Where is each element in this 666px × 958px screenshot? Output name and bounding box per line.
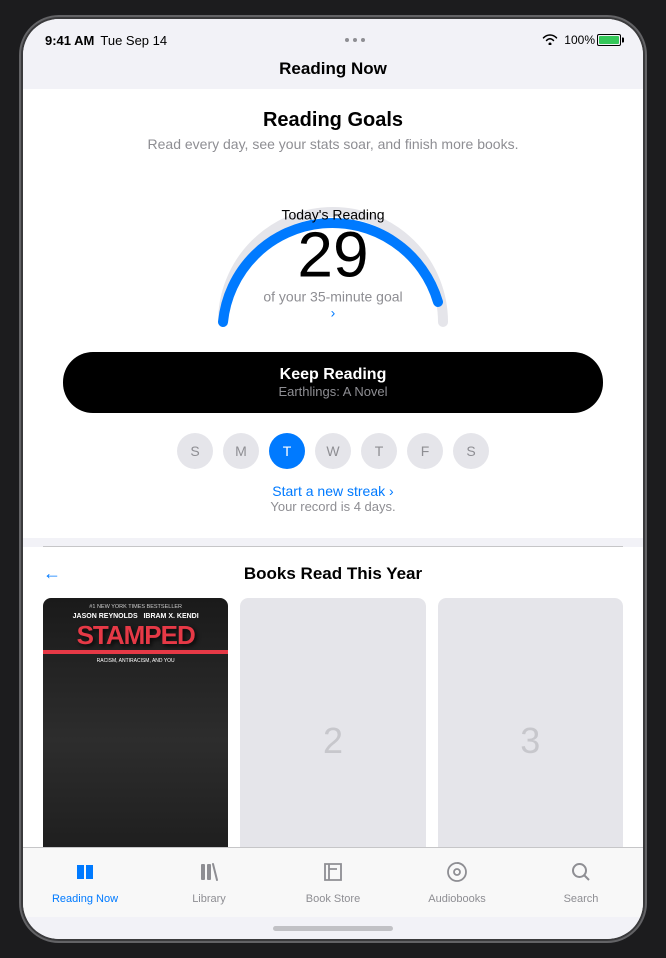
search-label: Search	[564, 893, 599, 905]
day-circle-T-2: T	[269, 433, 305, 469]
nav-bar: Reading Now	[23, 55, 643, 89]
book-placeholder-2: 2	[240, 598, 425, 847]
book-store-label: Book Store	[306, 893, 360, 905]
day-circle-S-0: S	[177, 433, 213, 469]
reading-now-label: Reading Now	[52, 893, 118, 905]
day-circle-M-1: M	[223, 433, 259, 469]
day-circle-W-3: W	[315, 433, 351, 469]
battery: 100%	[564, 33, 621, 47]
keep-reading-button[interactable]: Keep Reading Earthlings: A Novel	[63, 352, 603, 413]
tab-item-book-store[interactable]: Book Store	[271, 848, 395, 917]
stamped-cover: #1 NEW YORK TIMES BESTSELLER JASON REYNO…	[43, 598, 228, 847]
audiobooks-icon	[445, 860, 469, 890]
main-content: Reading Goals Read every day, see your s…	[23, 89, 643, 847]
tab-item-search[interactable]: Search	[519, 848, 643, 917]
book-slot-1[interactable]: #1 NEW YORK TIMES BESTSELLER JASON REYNO…	[43, 598, 228, 847]
books-grid: #1 NEW YORK TIMES BESTSELLER JASON REYNO…	[23, 598, 643, 847]
tab-item-audiobooks[interactable]: Audiobooks	[395, 848, 519, 917]
keep-reading-label: Keep Reading	[83, 366, 583, 384]
keep-reading-book: Earthlings: A Novel	[83, 384, 583, 399]
library-label: Library	[192, 893, 226, 905]
book-store-icon	[321, 860, 345, 890]
book-slot-2[interactable]: 2	[240, 598, 425, 847]
goals-title: Reading Goals	[43, 109, 623, 132]
streak-link[interactable]: Start a new streak ›	[43, 483, 623, 499]
wifi-icon	[542, 33, 558, 48]
tab-bar: Reading Now Library Book Store Audiobooks Se…	[23, 847, 643, 917]
book-placeholder-3: 3	[438, 598, 623, 847]
stamped-title: STAMPED	[49, 622, 222, 648]
day-circle-F-5: F	[407, 433, 443, 469]
books-section: ← Books Read This Year #1 NEW YORK TIMES…	[23, 547, 643, 847]
status-bar: 9:41 AM Tue Sep 14 100%	[23, 19, 643, 55]
reading-now-icon	[73, 860, 97, 890]
home-bar	[273, 926, 393, 931]
streak-info: Start a new streak › Your record is 4 da…	[43, 483, 623, 514]
books-section-title: Books Read This Year	[73, 564, 593, 584]
battery-fill	[599, 36, 619, 44]
status-date: Tue Sep 14	[100, 33, 167, 48]
battery-icon	[597, 34, 621, 46]
stamped-top-text: #1 NEW YORK TIMES BESTSELLER	[49, 604, 222, 611]
dot1	[345, 38, 349, 42]
goals-card: Reading Goals Read every day, see your s…	[23, 89, 643, 538]
dot3	[361, 38, 365, 42]
stamped-authors: JASON REYNOLDS IBRAM X. KENDI	[49, 613, 222, 620]
book-slot-3[interactable]: 3	[438, 598, 623, 847]
tab-item-reading-now[interactable]: Reading Now	[23, 848, 147, 917]
status-dots	[345, 38, 365, 42]
stamped-red-bar	[43, 650, 228, 654]
audiobooks-label: Audiobooks	[428, 893, 486, 905]
books-header: ← Books Read This Year	[23, 563, 643, 584]
tab-item-library[interactable]: Library	[147, 848, 271, 917]
dot2	[353, 38, 357, 42]
streak-record: Your record is 4 days.	[43, 499, 623, 514]
nav-title: Reading Now	[279, 59, 387, 78]
day-circle-S-6: S	[453, 433, 489, 469]
gauge-minutes: 29	[263, 222, 403, 286]
library-icon	[197, 860, 221, 890]
gauge-goal-arrow[interactable]: ›	[331, 304, 336, 320]
stamped-sub: RACISM, ANTIRACISM, AND YOU	[49, 658, 222, 664]
device-frame: 9:41 AM Tue Sep 14 100%	[23, 19, 643, 939]
search-icon	[569, 860, 593, 890]
gauge-container: Today's Reading 29 of your 35-minute goa…	[193, 172, 473, 332]
gauge-center: Today's Reading 29 of your 35-minute goa…	[263, 206, 403, 320]
status-right: 100%	[542, 33, 621, 48]
battery-percent: 100%	[564, 33, 595, 47]
gauge-goal-text: of your 35-minute goal ›	[263, 288, 403, 320]
day-tracker: SMTWTFS	[43, 433, 623, 469]
back-arrow-icon[interactable]: ←	[43, 563, 61, 584]
day-circle-T-4: T	[361, 433, 397, 469]
status-time: 9:41 AM	[45, 33, 94, 48]
home-indicator	[23, 917, 643, 939]
goals-subtitle: Read every day, see your stats soar, and…	[43, 136, 623, 152]
